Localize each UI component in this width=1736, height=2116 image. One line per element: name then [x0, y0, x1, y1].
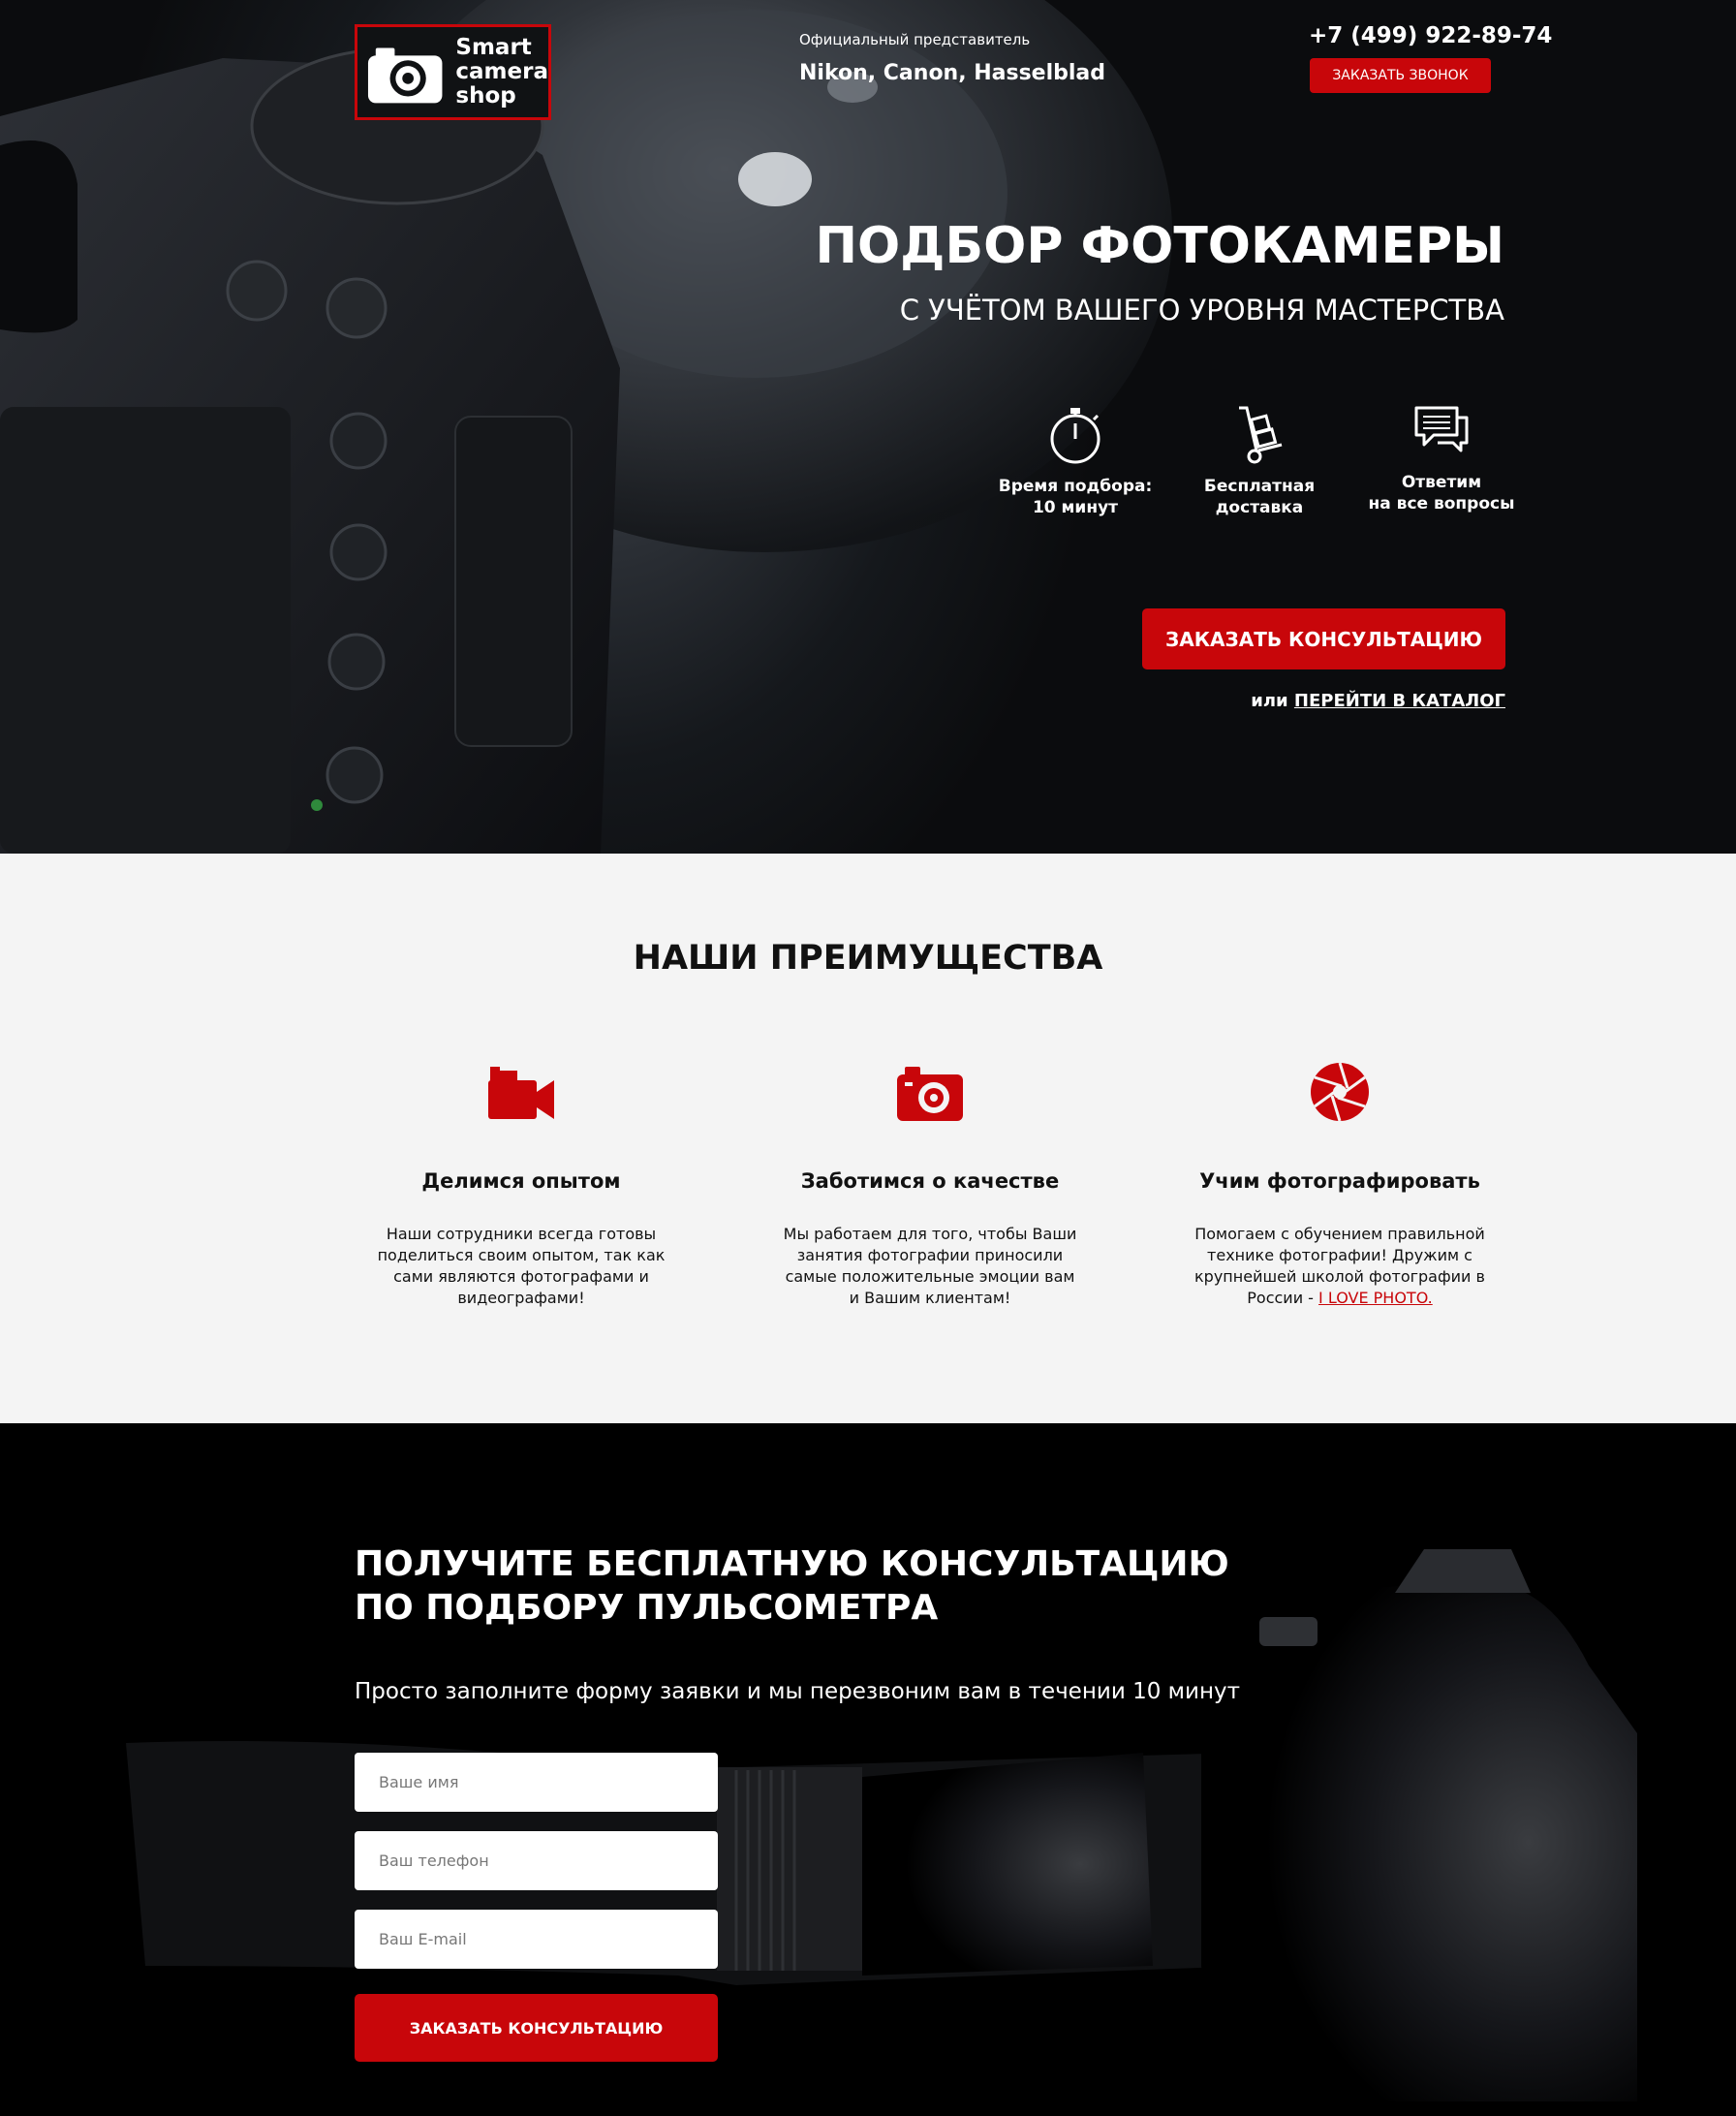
form-subtitle: Просто заполните форму заявки и мы перез… — [355, 1679, 1241, 1704]
consultation-form-section: ПОЛУЧИТЕ БЕСПЛАТНУЮ КОНСУЛЬТАЦИЮ ПО ПОДБ… — [0, 1423, 1736, 2116]
logo-text-line: Smart — [455, 35, 532, 60]
hero-title: ПОДБОР ФОТОКАМЕРЫ — [815, 217, 1504, 275]
catalog-line: или ПЕРЕЙТИ В КАТАЛОГ — [1251, 691, 1505, 711]
advantage-text-line: видеографами! — [457, 1289, 585, 1307]
advantage-text-line: поделиться своим опытом, так как — [377, 1246, 666, 1264]
advantage-text-line: и Вашим клиентам! — [849, 1289, 1011, 1307]
advantage-text-line: технике фотографии! Дружим с — [1207, 1246, 1472, 1264]
email-input[interactable] — [355, 1910, 718, 1969]
form-camera-background — [126, 1549, 1637, 2101]
advantage-item: Делимся опытом Наши сотрудники всегда го… — [361, 1061, 681, 1309]
submit-consultation-button[interactable]: ЗАКАЗАТЬ КОНСУЛЬТАЦИЮ — [355, 1994, 718, 2062]
camera-logo-icon — [367, 47, 443, 103]
video-camera-icon — [488, 1067, 554, 1119]
advantage-heading: Заботимся о качестве — [800, 1169, 1060, 1193]
aperture-icon — [1311, 1062, 1369, 1122]
advantage-text-line: самые положительные эмоции вам — [785, 1267, 1075, 1286]
site-logo[interactable]: Smart camera shop — [355, 24, 551, 120]
phone-number[interactable]: +7 (499) 922-89-74 — [1309, 23, 1552, 48]
photo-camera-icon — [897, 1067, 963, 1121]
advantage-heading: Учим фотографировать — [1199, 1169, 1480, 1193]
logo-text-line: camera — [455, 59, 548, 84]
advantage-text-line: крупнейшей школой фотографии в — [1194, 1267, 1485, 1286]
feature-answers: Ответим на все вопросы — [1354, 404, 1529, 514]
advantages-title: НАШИ ПРЕИМУЩЕСТВА — [633, 939, 1103, 978]
chat-bubbles-icon — [1414, 406, 1469, 452]
advantage-text-line: занятия фотографии приносили — [796, 1246, 1064, 1264]
form-title-line: ПОЛУЧИТЕ БЕСПЛАТНУЮ КОНСУЛЬТАЦИЮ — [355, 1544, 1229, 1584]
advantage-text-line: сами являются фотографами и — [393, 1267, 649, 1286]
i-love-photo-link[interactable]: I LOVE PHOTO. — [1318, 1289, 1433, 1307]
form-title-line: ПО ПОДБОРУ ПУЛЬСОМЕТРА — [355, 1588, 939, 1628]
advantage-text-line: Помогаем с обучением правильной — [1194, 1225, 1485, 1243]
name-input[interactable] — [355, 1753, 718, 1812]
advantage-text: Наши сотрудники всегда готовы поделиться… — [361, 1224, 681, 1309]
feature-line: на все вопросы — [1368, 494, 1515, 513]
official-rep-label: Официальный представитель — [799, 31, 1031, 48]
advantage-text-line: Мы работаем для того, чтобы Ваши — [783, 1225, 1077, 1243]
hero-section: Smart camera shop Официальный представит… — [0, 0, 1736, 854]
hand-truck-icon — [1239, 406, 1283, 464]
phone-input[interactable] — [355, 1831, 718, 1890]
feature-selection-time: Время подбора: 10 минут — [988, 404, 1162, 518]
advantage-text-line: России - I LOVE PHOTO. — [1180, 1288, 1500, 1309]
go-to-catalog-link[interactable]: ПЕРЕЙТИ В КАТАЛОГ — [1294, 691, 1505, 711]
feature-line: Бесплатная — [1203, 477, 1316, 496]
advantages-section: НАШИ ПРЕИМУЩЕСТВА Делимся опытом Наши со… — [0, 854, 1736, 1423]
feature-line: 10 минут — [1032, 498, 1119, 517]
logo-text-line: shop — [455, 83, 516, 109]
feature-line: доставка — [1215, 498, 1304, 517]
advantage-text: Помогаем с обучением правильной технике … — [1180, 1224, 1500, 1309]
form-title: ПОЛУЧИТЕ БЕСПЛАТНУЮ КОНСУЛЬТАЦИЮ ПО ПОДБ… — [355, 1542, 1229, 1630]
official-rep-brands: Nikon, Canon, Hasselblad — [799, 61, 1106, 85]
advantage-heading: Делимся опытом — [421, 1169, 621, 1193]
or-text: или — [1251, 691, 1288, 711]
advantage-item: Заботимся о качестве Мы работаем для тог… — [770, 1061, 1090, 1309]
advantage-item: Учим фотографировать Помогаем с обучение… — [1180, 1061, 1500, 1309]
stopwatch-icon — [1050, 408, 1100, 464]
feature-free-delivery: Бесплатная доставка — [1172, 404, 1347, 518]
advantage-text: Мы работаем для того, чтобы Ваши занятия… — [770, 1224, 1090, 1309]
hero-subtitle: С УЧЁТОМ ВАШЕГО УРОВНЯ МАСТЕРСТВА — [899, 294, 1504, 327]
order-call-button[interactable]: ЗАКАЗАТЬ ЗВОНОК — [1310, 58, 1491, 93]
feature-line: Время подбора: — [998, 477, 1153, 496]
advantage-text-prefix: России - — [1247, 1289, 1319, 1307]
order-consultation-button[interactable]: ЗАКАЗАТЬ КОНСУЛЬТАЦИЮ — [1142, 608, 1505, 669]
advantage-text-line: Наши сотрудники всегда готовы — [386, 1225, 657, 1243]
feature-line: Ответим — [1401, 473, 1482, 492]
